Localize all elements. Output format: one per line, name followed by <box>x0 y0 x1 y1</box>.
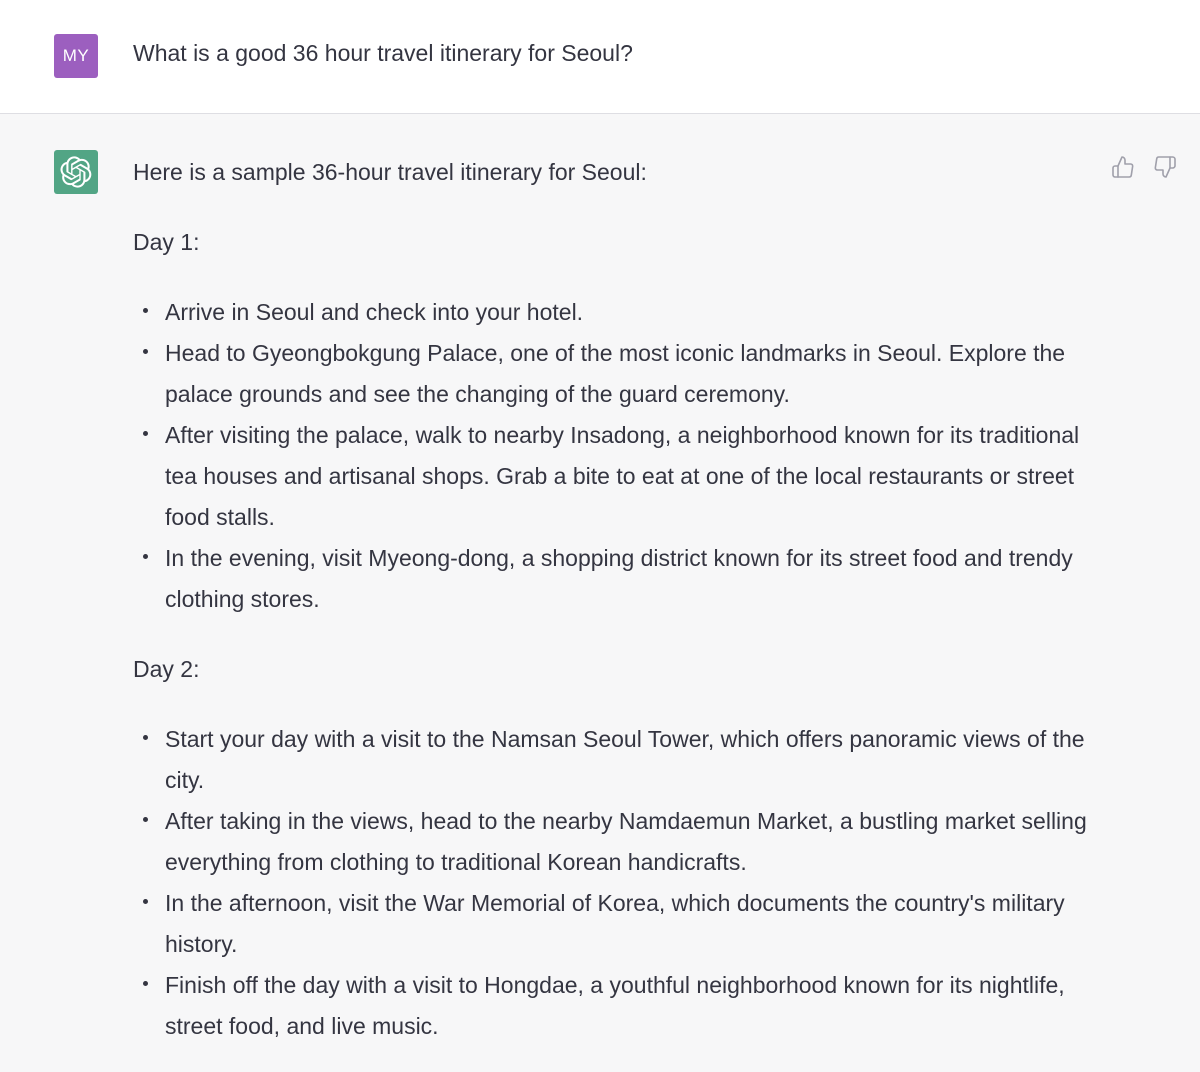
user-message: MY What is a good 36 hour travel itinera… <box>0 0 1200 114</box>
assistant-avatar <box>54 150 98 194</box>
list-item: After visiting the palace, walk to nearb… <box>133 415 1093 538</box>
assistant-response: Here is a sample 36-hour travel itinerar… <box>133 152 1093 1072</box>
thumbs-down-icon <box>1154 156 1176 178</box>
list-item: In the evening, visit Myeong-dong, a sho… <box>133 538 1093 620</box>
user-message-text: What is a good 36 hour travel itinerary … <box>133 40 633 66</box>
list-item: Head to Gyeongbokgung Palace, one of the… <box>133 333 1093 415</box>
list-item: In the afternoon, visit the War Memorial… <box>133 883 1093 965</box>
feedback-buttons <box>1110 154 1178 180</box>
day-2-list: Start your day with a visit to the Namsa… <box>133 719 1093 1047</box>
list-item: After taking in the views, head to the n… <box>133 801 1093 883</box>
response-intro: Here is a sample 36-hour travel itinerar… <box>133 159 647 185</box>
day-1-list: Arrive in Seoul and check into your hote… <box>133 292 1093 620</box>
day-2-heading: Day 2: <box>133 656 200 682</box>
assistant-message: Here is a sample 36-hour travel itinerar… <box>0 114 1200 1072</box>
list-item: Finish off the day with a visit to Hongd… <box>133 965 1093 1047</box>
list-item: Start your day with a visit to the Namsa… <box>133 719 1093 801</box>
day-1-heading: Day 1: <box>133 229 200 255</box>
list-item: Arrive in Seoul and check into your hote… <box>133 292 1093 333</box>
thumbs-down-button[interactable] <box>1152 154 1178 180</box>
user-avatar: MY <box>54 34 98 78</box>
openai-logo-icon <box>60 156 92 188</box>
thumbs-up-icon <box>1112 156 1134 178</box>
thumbs-up-button[interactable] <box>1110 154 1136 180</box>
